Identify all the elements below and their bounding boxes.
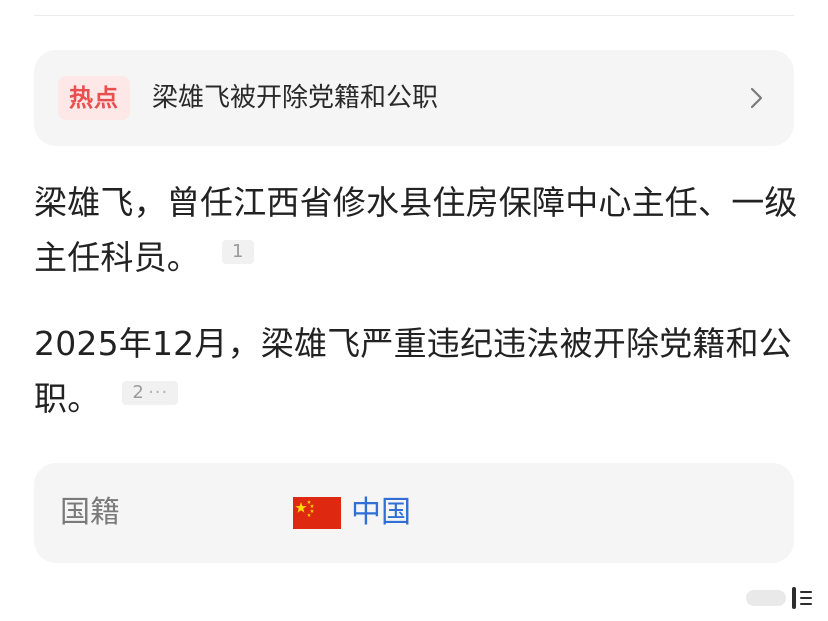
citation-more-icon: ··· [148,382,169,403]
citation-1[interactable]: 1 [222,240,254,264]
nationality-label: 国籍 [60,495,120,530]
chevron-right-icon[interactable] [742,84,770,112]
top-divider [34,15,794,16]
hotspot-title[interactable]: 梁雄飞被开除党籍和公职 [152,77,438,119]
paragraph-1: 梁雄飞，曾任江西省修水县住房保障中心主任、一级主任科员。 1 [34,175,804,285]
hot-badge: 热点 [58,76,130,120]
citation-2[interactable]: 2 ··· [122,381,179,405]
paragraph-2: 2025年12月，梁雄飞严重违纪违法被开除党籍和公职。 2 ··· [34,316,804,426]
china-flag-icon [293,497,341,529]
nationality-value-link[interactable]: 中国 [351,491,411,535]
citation-2-number: 2 [132,382,145,403]
nationality-card: 国籍 中国 [34,463,794,563]
paragraph-1-text: 梁雄飞，曾任江西省修水县住房保障中心主任、一级主任科员。 [34,183,798,277]
watermark-icon [746,587,812,609]
hotspot-card[interactable]: 热点 梁雄飞被开除党籍和公职 [34,50,794,146]
